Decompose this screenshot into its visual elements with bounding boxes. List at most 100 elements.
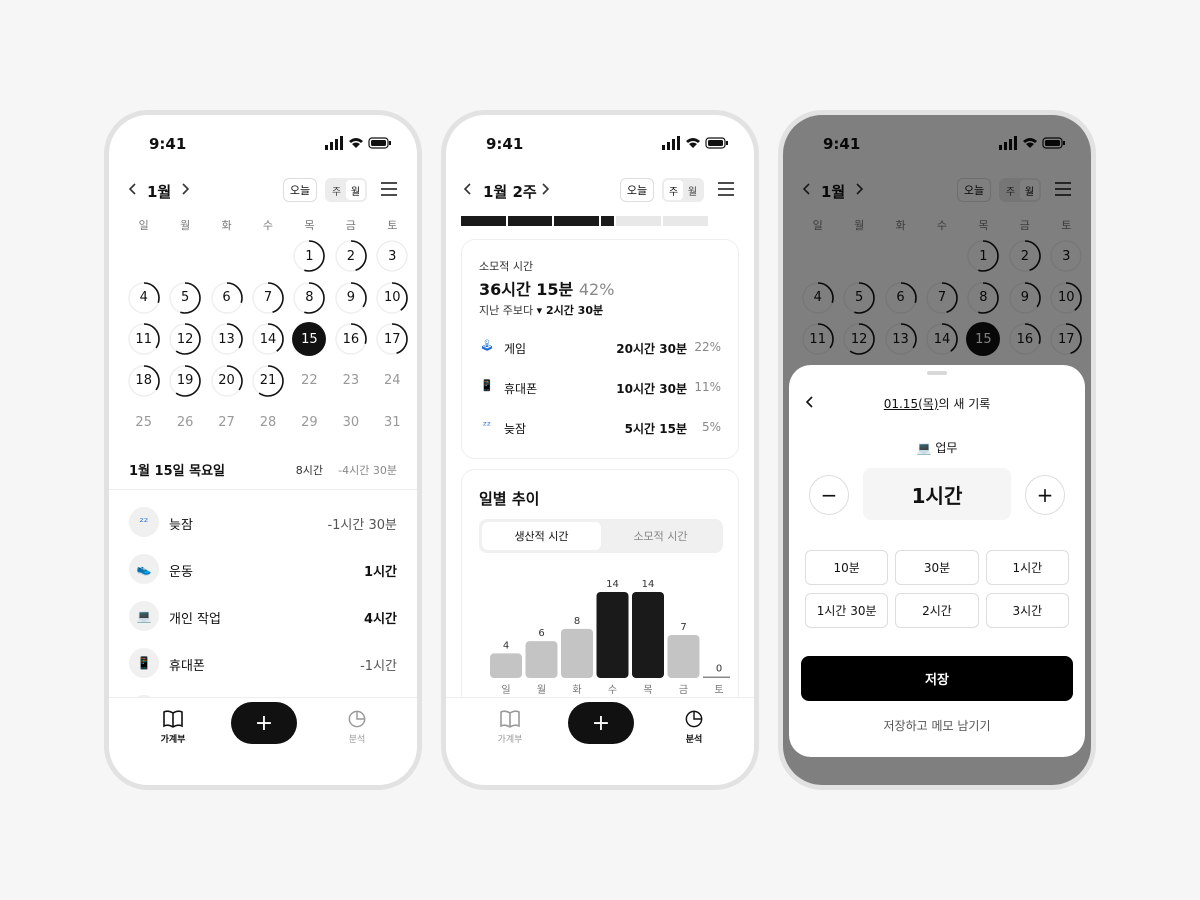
tab-ledger[interactable]: 가계부 <box>153 710 193 745</box>
calendar-day-25[interactable]: 25 <box>127 405 161 439</box>
calendar-day-26[interactable]: 26 <box>168 405 202 439</box>
calendar-empty-cell <box>206 239 247 281</box>
calendar-day-19[interactable]: 19 <box>168 364 202 398</box>
calendar-day-22[interactable]: 22 <box>292 364 326 398</box>
selected-total: 8시간 <box>295 464 323 477</box>
record-value: -1시간 30분 <box>327 518 397 533</box>
calendar-day-18[interactable]: 18 <box>127 364 161 398</box>
month-view-toggle[interactable]: 월 <box>683 180 702 200</box>
calendar-day-4[interactable]: 4 <box>127 281 161 315</box>
month-view-toggle[interactable]: 월 <box>346 180 365 200</box>
chevron-right-icon[interactable] <box>179 181 191 197</box>
calendar-day-number: 21 <box>259 373 277 388</box>
preset-button[interactable]: 30분 <box>895 550 979 585</box>
menu-icon[interactable] <box>718 182 734 196</box>
calendar-day-24[interactable]: 24 <box>375 364 409 398</box>
calendar-day-12[interactable]: 12 <box>168 322 202 356</box>
calendar-day-8[interactable]: 8 <box>292 281 326 315</box>
calendar-day-27[interactable]: 27 <box>210 405 244 439</box>
unproductive-toggle[interactable]: 소모적 시간 <box>601 522 720 550</box>
calendar-day-16[interactable]: 16 <box>334 322 368 356</box>
list-item[interactable]: 💻 개인 작업 4시간 <box>129 601 397 635</box>
calendar-day-number: 3 <box>388 248 397 264</box>
week-view-toggle[interactable]: 주 <box>664 180 683 200</box>
tab-analysis[interactable]: 분석 <box>674 710 714 745</box>
increase-button[interactable]: + <box>1025 475 1065 515</box>
calendar-day-30[interactable]: 30 <box>334 405 368 439</box>
sheet-handle[interactable] <box>927 371 947 375</box>
calendar-day-7[interactable]: 7 <box>251 281 285 315</box>
calendar-day-5[interactable]: 5 <box>168 281 202 315</box>
calendar-grid: 1234567891011121314151617181920212223242… <box>123 239 413 447</box>
list-item[interactable]: 👟 운동 1시간 <box>129 554 397 588</box>
calendar-day-10[interactable]: 10 <box>375 281 409 315</box>
category-row[interactable]: ᶻᶻ 늦잠 5시간 15분 5% <box>479 418 721 438</box>
phone-new-record-screen: 9:41 1월 오늘 주 월 일월화수목금토 12345678910111213… <box>778 110 1096 790</box>
zzz-icon: ᶻᶻ <box>482 419 492 432</box>
today-button[interactable]: 오늘 <box>620 178 654 202</box>
phone-weekly-analysis-screen: 9:41 1월 2주 오늘 주 월 소모적 시간 36시간 15분 42% 지난… <box>441 110 759 790</box>
save-button[interactable]: 저장 <box>801 656 1073 701</box>
productive-toggle[interactable]: 생산적 시간 <box>482 522 601 550</box>
weekday-label: 토 <box>387 219 398 232</box>
new-record-sheet: 01.15(목)의 새 기록 💻 업무 − 1시간 + 10분 30분 1시간 1시간… <box>789 365 1085 757</box>
preset-button[interactable]: 10분 <box>805 550 889 585</box>
month-title: 1월 <box>147 183 172 201</box>
category-row[interactable]: 📱 휴대폰 10시간 30분 11% <box>479 378 721 398</box>
category-row[interactable]: 🕹 게임 20시간 30분 22% <box>479 338 721 358</box>
week-view-toggle[interactable]: 주 <box>327 180 346 200</box>
chevron-left-icon[interactable] <box>127 181 139 197</box>
calendar-day-20[interactable]: 20 <box>210 364 244 398</box>
calendar-day-14[interactable]: 14 <box>251 322 285 356</box>
preset-button[interactable]: 1시간 <box>985 550 1069 585</box>
calendar-day-1[interactable]: 1 <box>292 239 326 273</box>
status-time: 9:41 <box>486 135 524 153</box>
category-label: 휴대폰 <box>504 382 538 396</box>
preset-button[interactable]: 1시간 30분 <box>805 593 889 628</box>
tab-analysis[interactable]: 분석 <box>337 710 377 745</box>
week-header: 1월 2주 오늘 주 월 <box>446 173 754 209</box>
chart-bar <box>561 628 593 678</box>
calendar-day-6[interactable]: 6 <box>210 281 244 315</box>
add-button[interactable]: + <box>231 702 297 744</box>
add-button[interactable]: + <box>568 702 634 744</box>
decrease-button[interactable]: − <box>809 475 849 515</box>
calendar-day-11[interactable]: 11 <box>127 322 161 356</box>
status-bar: 9:41 <box>109 115 417 171</box>
calendar-day-29[interactable]: 29 <box>292 405 326 439</box>
calendar-day-28[interactable]: 28 <box>251 405 285 439</box>
tab-ledger[interactable]: 가계부 <box>490 710 530 745</box>
calendar-day-17[interactable]: 17 <box>375 322 409 356</box>
compare-row: 지난 주보다 ▾ 2시간 30분 <box>479 302 603 318</box>
calendar-day-31[interactable]: 31 <box>375 405 409 439</box>
calendar-day-number: 6 <box>222 290 231 305</box>
record-value: 4시간 <box>364 612 397 627</box>
calendar-day-15[interactable]: 15 <box>292 322 327 356</box>
chevron-left-icon[interactable] <box>462 181 474 197</box>
daily-trend-card: 일별 추이 생산적 시간 소모적 시간 4 일 6 월 8 화 14 수 14 목 7 금 0 토 <box>461 469 739 729</box>
menu-icon[interactable] <box>381 182 397 196</box>
daily-trend-title: 일별 추이 <box>479 490 540 508</box>
laptop-icon: 💻 <box>129 601 159 631</box>
tab-bar: 가계부 + 분석 <box>109 697 417 785</box>
chart-category-label: 일 <box>501 684 510 696</box>
list-item[interactable]: ᶻᶻ 늦잠 -1시간 30분 <box>129 507 397 541</box>
sheet-date[interactable]: 01.15(목) <box>884 397 939 411</box>
calendar-day-23[interactable]: 23 <box>334 364 368 398</box>
record-value: -1시간 <box>360 659 397 674</box>
calendar-day-3[interactable]: 3 <box>375 239 409 273</box>
calendar-day-13[interactable]: 13 <box>210 322 244 356</box>
calendar-day-9[interactable]: 9 <box>334 281 368 315</box>
weekday-label: 목 <box>304 219 315 232</box>
time-type-toggle: 생산적 시간 소모적 시간 <box>479 519 723 553</box>
calendar-day-number: 30 <box>342 414 360 430</box>
record-label: 늦잠 <box>169 518 193 533</box>
save-with-memo-link[interactable]: 저장하고 메모 남기기 <box>789 717 1085 734</box>
list-item[interactable]: 📱 휴대폰 -1시간 <box>129 648 397 682</box>
calendar-day-21[interactable]: 21 <box>251 364 285 398</box>
chevron-right-icon[interactable] <box>539 181 551 197</box>
preset-button[interactable]: 2시간 <box>895 593 979 628</box>
today-button[interactable]: 오늘 <box>283 178 317 202</box>
preset-button[interactable]: 3시간 <box>985 593 1069 628</box>
calendar-day-2[interactable]: 2 <box>334 239 368 273</box>
